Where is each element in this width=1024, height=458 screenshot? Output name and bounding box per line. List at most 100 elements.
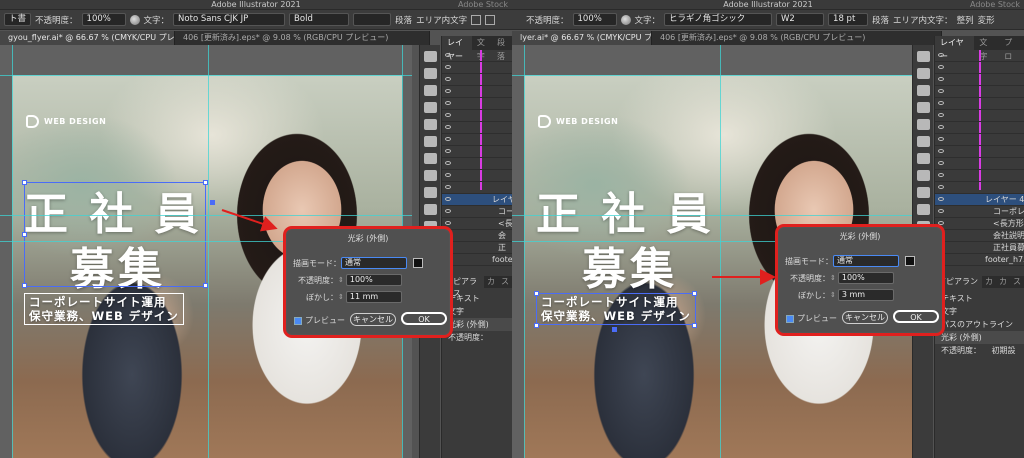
layer-row[interactable] xyxy=(442,170,512,182)
selection-handle-ml[interactable] xyxy=(22,232,27,237)
brushes-panel-icon[interactable] xyxy=(423,85,437,96)
headline-line2[interactable]: 募集 xyxy=(582,233,678,297)
sublayer-row[interactable]: <長 xyxy=(442,218,512,230)
visibility-eye-icon[interactable] xyxy=(445,89,451,93)
layer-row[interactable] xyxy=(935,110,1024,122)
appearance-row-opacity[interactable]: 不透明度： xyxy=(442,331,512,344)
visibility-eye-icon[interactable] xyxy=(938,185,944,189)
layer-row[interactable] xyxy=(442,122,512,134)
appearance-row-character[interactable]: 文字 xyxy=(935,305,1024,318)
preview-label[interactable]: プレビュー xyxy=(305,315,345,326)
ok-button[interactable]: OK xyxy=(893,310,939,323)
tab-color[interactable]: カ xyxy=(484,276,498,288)
visibility-eye-icon[interactable] xyxy=(938,89,944,93)
appearance-panel-icon[interactable] xyxy=(423,170,437,181)
layer-row-selected[interactable]: レイヤー xyxy=(442,194,512,206)
symbols-panel-icon[interactable] xyxy=(916,102,930,113)
visibility-eye-icon[interactable] xyxy=(938,197,944,201)
tab-swatches[interactable]: ス xyxy=(498,276,512,288)
visibility-eye-icon[interactable] xyxy=(445,149,451,153)
layer-row[interactable] xyxy=(442,50,512,62)
opacity-field[interactable]: 100% xyxy=(572,13,617,26)
area-type-label[interactable]: エリア内文字： xyxy=(893,14,953,26)
layer-row[interactable] xyxy=(442,86,512,98)
brushes-panel-icon[interactable] xyxy=(916,85,930,96)
blur-input[interactable]: 3 mm xyxy=(837,289,894,301)
layer-row[interactable] xyxy=(442,182,512,194)
sublayer-row[interactable]: 会社説明 xyxy=(935,230,1024,242)
layer-row[interactable] xyxy=(442,158,512,170)
visibility-eye-icon[interactable] xyxy=(445,209,451,213)
tab-layers[interactable]: レイヤー xyxy=(442,36,472,61)
tab-flyer[interactable]: gyou_flyer.ai* @ 66.67 % (CMYK/CPU プレビュー… xyxy=(0,31,175,45)
opacity-input[interactable]: 100% xyxy=(837,272,894,284)
visibility-eye-icon[interactable] xyxy=(445,185,451,189)
graphic-styles-panel-icon[interactable] xyxy=(916,187,930,198)
layer-row-selected[interactable]: レイヤー 4 xyxy=(935,194,1024,206)
layer-row[interactable] xyxy=(935,74,1024,86)
visibility-eye-icon[interactable] xyxy=(445,173,451,177)
font-size-field[interactable]: 18 pt xyxy=(828,13,869,26)
appearance-row-text[interactable]: テキスト xyxy=(935,292,1024,305)
sublayer-row[interactable]: コーポレ xyxy=(935,206,1024,218)
selection-handle-bl[interactable] xyxy=(22,283,27,288)
selection-anchor-point[interactable] xyxy=(210,200,215,205)
gradient-panel-icon[interactable] xyxy=(423,136,437,147)
tab-color[interactable]: カ xyxy=(982,276,996,288)
selection-handle-tr[interactable] xyxy=(692,291,697,296)
recolor-icon[interactable] xyxy=(620,14,631,25)
layer-row[interactable] xyxy=(442,62,512,74)
font-style-select[interactable]: Bold xyxy=(289,13,350,26)
tab-character[interactable]: 文字 xyxy=(974,36,999,61)
selection-handle-tl[interactable] xyxy=(22,180,27,185)
blur-input[interactable]: 11 mm xyxy=(345,291,402,303)
paragraph-label[interactable]: 段落 xyxy=(872,14,889,26)
layers-panel-icon[interactable] xyxy=(423,204,437,215)
layer-row[interactable] xyxy=(935,98,1024,110)
visibility-eye-icon[interactable] xyxy=(938,101,944,105)
layer-row[interactable] xyxy=(935,50,1024,62)
swatches-panel-icon[interactable] xyxy=(916,68,930,79)
visibility-eye-icon[interactable] xyxy=(445,125,451,129)
recolor-icon[interactable] xyxy=(129,14,140,25)
graphic-styles-panel-icon[interactable] xyxy=(423,187,437,198)
blend-mode-select[interactable]: 通常 xyxy=(833,255,899,267)
tab-flyer[interactable]: lyer.ai* @ 66.67 % (CMYK/CPU プレビュー) xyxy=(512,31,652,45)
blur-stepper-icon[interactable]: ⇕ xyxy=(338,293,344,301)
color-panel-icon[interactable] xyxy=(916,51,930,62)
cancel-button[interactable]: キャンセル xyxy=(842,311,888,324)
layer-row[interactable] xyxy=(442,134,512,146)
visibility-eye-icon[interactable] xyxy=(938,137,944,141)
tab-color-guide[interactable]: カ xyxy=(996,276,1010,288)
sublayer-row[interactable]: <長方形> xyxy=(935,218,1024,230)
glow-color-swatch[interactable] xyxy=(905,256,915,266)
preview-label[interactable]: プレビュー xyxy=(797,313,837,324)
visibility-eye-icon[interactable] xyxy=(938,53,944,57)
sublayer-row[interactable]: コー xyxy=(442,206,512,218)
selection-bounding-box[interactable] xyxy=(24,182,206,287)
layer-row[interactable] xyxy=(935,182,1024,194)
layer-row[interactable] xyxy=(935,170,1024,182)
tab-properties[interactable]: プロ xyxy=(999,36,1024,61)
selection-anchor-point[interactable] xyxy=(612,327,617,332)
preview-checkbox[interactable] xyxy=(294,316,302,325)
appearance-row-outline-path[interactable]: パスのアウトライン xyxy=(935,318,1024,331)
tab-layers[interactable]: レイヤー xyxy=(935,36,975,61)
visibility-eye-icon[interactable] xyxy=(445,197,451,201)
font-family-select[interactable]: ヒラギノ角ゴシック xyxy=(664,13,773,26)
visibility-eye-icon[interactable] xyxy=(445,221,451,225)
transparency-panel-icon[interactable] xyxy=(916,153,930,164)
visibility-eye-icon[interactable] xyxy=(445,77,451,81)
tab-character[interactable]: 文字 xyxy=(472,36,492,61)
visibility-eye-icon[interactable] xyxy=(445,101,451,105)
font-size-field[interactable] xyxy=(353,13,392,26)
visibility-eye-icon[interactable] xyxy=(445,137,451,141)
selection-handle-tl[interactable] xyxy=(534,291,539,296)
layer-row[interactable] xyxy=(935,158,1024,170)
opacity-stepper-icon[interactable]: ⇕ xyxy=(338,276,344,284)
visibility-eye-icon[interactable] xyxy=(938,209,944,213)
blend-mode-select[interactable]: 通常 xyxy=(341,257,407,269)
stroke-panel-icon[interactable] xyxy=(916,119,930,130)
visibility-eye-icon[interactable] xyxy=(445,161,451,165)
ok-button[interactable]: OK xyxy=(401,312,447,325)
